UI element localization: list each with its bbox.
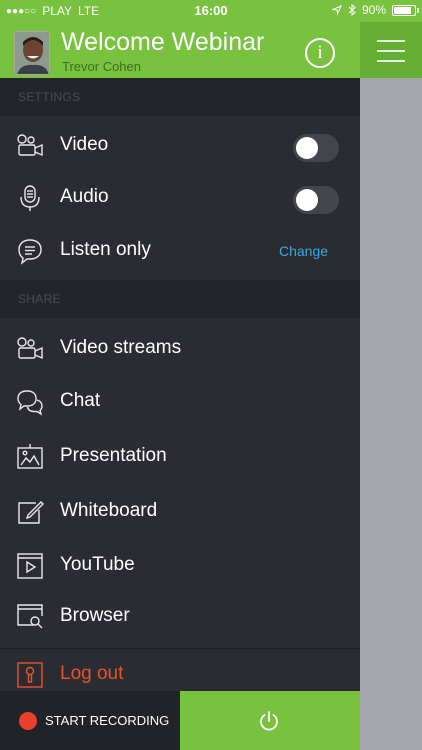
share-item-youtube[interactable]: YouTube bbox=[0, 540, 360, 592]
settings-item-video[interactable]: Video bbox=[0, 120, 360, 172]
browser-icon bbox=[17, 604, 43, 629]
speech-bubble-icon bbox=[18, 239, 42, 265]
whiteboard-icon bbox=[18, 501, 44, 524]
user-name: Trevor Cohen bbox=[62, 59, 141, 74]
share-item-video-streams[interactable]: Video streams bbox=[0, 323, 360, 375]
bluetooth-icon bbox=[348, 4, 356, 16]
logout-label: Log out bbox=[60, 663, 124, 684]
settings-item-listen-only[interactable]: Listen only Change bbox=[0, 225, 360, 277]
hamburger-icon bbox=[377, 40, 405, 62]
video-toggle[interactable] bbox=[293, 134, 339, 162]
menu-button[interactable] bbox=[360, 22, 422, 78]
battery-percent: 90% bbox=[361, 3, 386, 17]
power-button[interactable] bbox=[180, 691, 360, 750]
share-item-label: Presentation bbox=[60, 445, 167, 466]
video-camera-icon bbox=[17, 134, 43, 157]
power-icon bbox=[260, 711, 278, 731]
youtube-icon bbox=[17, 553, 43, 579]
settings-item-label: Audio bbox=[60, 186, 109, 207]
settings-item-audio[interactable]: Audio bbox=[0, 172, 360, 224]
record-label: START RECORDING bbox=[45, 713, 170, 728]
share-item-chat[interactable]: Chat bbox=[0, 376, 360, 428]
share-item-label: Video streams bbox=[60, 337, 182, 358]
video-streams-icon bbox=[17, 337, 43, 360]
app-header: Welcome Webinar Trevor Cohen i bbox=[0, 22, 360, 78]
share-item-whiteboard[interactable]: Whiteboard bbox=[0, 486, 360, 538]
settings-item-label: Video bbox=[60, 134, 109, 155]
share-item-label: YouTube bbox=[60, 554, 135, 575]
share-item-presentation[interactable]: Presentation bbox=[0, 431, 360, 483]
share-item-browser[interactable]: Browser bbox=[0, 591, 360, 643]
location-icon bbox=[331, 5, 342, 15]
microphone-icon bbox=[20, 185, 40, 211]
logout-icon bbox=[17, 662, 43, 688]
side-drawer: SETTINGS Video Audio Listen only Change … bbox=[0, 78, 360, 750]
info-icon[interactable]: i bbox=[305, 38, 335, 68]
share-item-label: Browser bbox=[60, 605, 130, 626]
avatar[interactable] bbox=[14, 31, 50, 75]
chat-icon bbox=[17, 390, 43, 416]
page-title: Welcome Webinar bbox=[61, 28, 265, 56]
presentation-icon bbox=[17, 444, 43, 469]
record-icon bbox=[19, 712, 37, 730]
share-item-label: Chat bbox=[60, 390, 101, 411]
audio-toggle[interactable] bbox=[293, 186, 339, 214]
share-section-header: SHARE bbox=[0, 280, 360, 318]
settings-section-header: SETTINGS bbox=[0, 78, 360, 116]
status-bar: ●●●○○ PLAY LTE 16:00 90% bbox=[0, 0, 422, 22]
battery-icon bbox=[392, 4, 419, 16]
change-link[interactable]: Change bbox=[279, 243, 328, 259]
start-recording-button[interactable]: START RECORDING bbox=[0, 691, 180, 750]
share-item-label: Whiteboard bbox=[60, 500, 158, 521]
settings-item-label: Listen only bbox=[60, 239, 151, 260]
